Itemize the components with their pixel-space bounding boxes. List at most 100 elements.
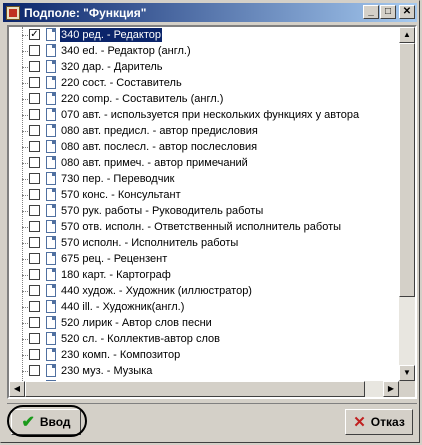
title-bar-buttons: _ □ ✕ [362,5,415,19]
item-label: 570 конс. - Консультант [61,189,181,201]
item-label: 520 лирик - Автор слов песни [61,317,212,329]
document-icon [46,332,56,345]
scroll-up-button[interactable]: ▲ [399,27,415,43]
item-label: 520 сл. - Коллектив-автор слов [61,333,220,345]
item-label: 070 авт. - используется при нескольких ф… [61,109,360,121]
list-item[interactable]: 080 авт. предисл. - автор предисловия [9,123,401,139]
ok-button[interactable]: ✔ Ввод [11,409,81,435]
document-icon [46,92,56,105]
list-item[interactable]: 230 комп. - Композитор [9,347,401,363]
item-checkbox[interactable] [29,189,40,200]
item-label: 675 рец. - Рецензент [61,253,168,265]
document-icon [46,348,56,361]
document-icon [46,364,56,377]
item-checkbox[interactable] [29,141,40,152]
function-list-panel: ✓ 340 ред. - Редактор 340 ed. - Редактор (… [7,25,417,399]
item-checkbox[interactable] [29,125,40,136]
document-icon [46,204,56,217]
list-item[interactable]: 675 рец. - Рецензент [9,251,401,267]
item-checkbox[interactable] [29,109,40,120]
item-label: 220 сост. - Составитель [61,77,182,89]
item-label: 220 comp. - Составитель (англ.) [61,93,224,105]
document-icon [46,44,56,57]
document-icon [46,124,56,137]
item-checkbox[interactable] [29,253,40,264]
item-label: 080 авт. послесл. - автор послесловия [61,141,258,153]
item-checkbox[interactable] [29,365,40,376]
list-item[interactable]: 070 авт. - используется при нескольких ф… [9,107,401,123]
document-icon [46,76,56,89]
item-checkbox[interactable] [29,269,40,280]
item-label: 320 дар. - Даритель [61,61,163,73]
cancel-button-label: Отказ [370,415,405,429]
item-checkbox[interactable] [29,205,40,216]
document-icon [46,188,56,201]
item-checkbox[interactable] [29,173,40,184]
item-checkbox[interactable] [29,221,40,232]
list-item[interactable]: 570 конс. - Консультант [9,187,401,203]
document-icon [46,156,56,169]
button-bar: ✔ Ввод ✕ Отказ [7,403,417,438]
app-icon [6,5,20,20]
item-label: 340 ред. - Редактор [60,28,163,42]
checkmark-icon: ✔ [21,414,35,431]
list-item[interactable]: 440 худож. - Художник (иллюстратор) [9,283,401,299]
item-checkbox[interactable]: ✓ [29,29,40,40]
list-item[interactable]: 730 пер. - Переводчик [9,171,401,187]
item-label: 570 отв. исполн. - Ответственный исполни… [61,221,342,233]
item-label: 080 авт. предисл. - автор предисловия [61,125,258,137]
list-item[interactable]: 080 авт. послесл. - автор послесловия [9,139,401,155]
item-label: 080 авт. примеч. - автор примечаний [61,157,248,169]
horizontal-scrollbar[interactable]: ◀ ▶ [9,381,399,397]
function-list: ✓ 340 ред. - Редактор 340 ed. - Редактор (… [9,27,401,383]
item-checkbox[interactable] [29,93,40,104]
list-item[interactable]: 220 comp. - Составитель (англ.) [9,91,401,107]
list-item[interactable]: 570 отв. исполн. - Ответственный исполни… [9,219,401,235]
close-button[interactable]: ✕ [399,5,415,19]
list-item[interactable]: 320 дар. - Даритель [9,59,401,75]
list-item[interactable]: 080 авт. примеч. - автор примечаний [9,155,401,171]
document-icon [46,28,56,41]
item-checkbox[interactable] [29,349,40,360]
list-item[interactable]: 180 карт. - Картограф [9,267,401,283]
maximize-button[interactable]: □ [380,5,396,19]
list-item[interactable]: 570 исполн. - Исполнитель работы [9,235,401,251]
list-item[interactable]: 220 сост. - Составитель [9,75,401,91]
list-item[interactable]: 340 ed. - Редактор (англ.) [9,43,401,59]
list-item[interactable]: 230 муз. - Музыка [9,363,401,379]
document-icon [46,108,56,121]
list-item[interactable]: 520 сл. - Коллектив-автор слов [9,331,401,347]
item-label: 440 ill. - Художник(англ.) [61,301,185,313]
item-label: 230 муз. - Музыка [61,365,153,377]
item-checkbox[interactable] [29,45,40,56]
list-item[interactable]: 520 лирик - Автор слов песни [9,315,401,331]
vertical-scrollbar[interactable]: ▲ ▼ [399,27,415,381]
item-checkbox[interactable] [29,301,40,312]
list-item[interactable]: 440 ill. - Художник(англ.) [9,299,401,315]
document-icon [46,316,56,329]
minimize-button[interactable]: _ [363,5,379,19]
cancel-button[interactable]: ✕ Отказ [345,409,413,435]
document-icon [46,172,56,185]
item-checkbox[interactable] [29,61,40,72]
document-icon [46,236,56,249]
list-item[interactable]: 570 рук. работы - Руководитель работы [9,203,401,219]
item-label: 230 комп. - Композитор [61,349,181,361]
item-checkbox[interactable] [29,77,40,88]
document-icon [46,140,56,153]
scroll-left-button[interactable]: ◀ [9,381,25,397]
document-icon [46,284,56,297]
vertical-scroll-thumb[interactable] [399,43,415,297]
item-checkbox[interactable] [29,317,40,328]
horizontal-scroll-thumb[interactable] [25,381,365,397]
document-icon [46,220,56,233]
scroll-down-button[interactable]: ▼ [399,365,415,381]
list-item[interactable]: ✓ 340 ред. - Редактор [9,27,401,43]
item-checkbox[interactable] [29,237,40,248]
item-checkbox[interactable] [29,285,40,296]
item-checkbox[interactable] [29,157,40,168]
scroll-right-button[interactable]: ▶ [383,381,399,397]
item-checkbox[interactable] [29,333,40,344]
title-bar[interactable]: Подполе: "Функция" _ □ ✕ [3,3,417,22]
ok-button-label: Ввод [39,415,71,429]
